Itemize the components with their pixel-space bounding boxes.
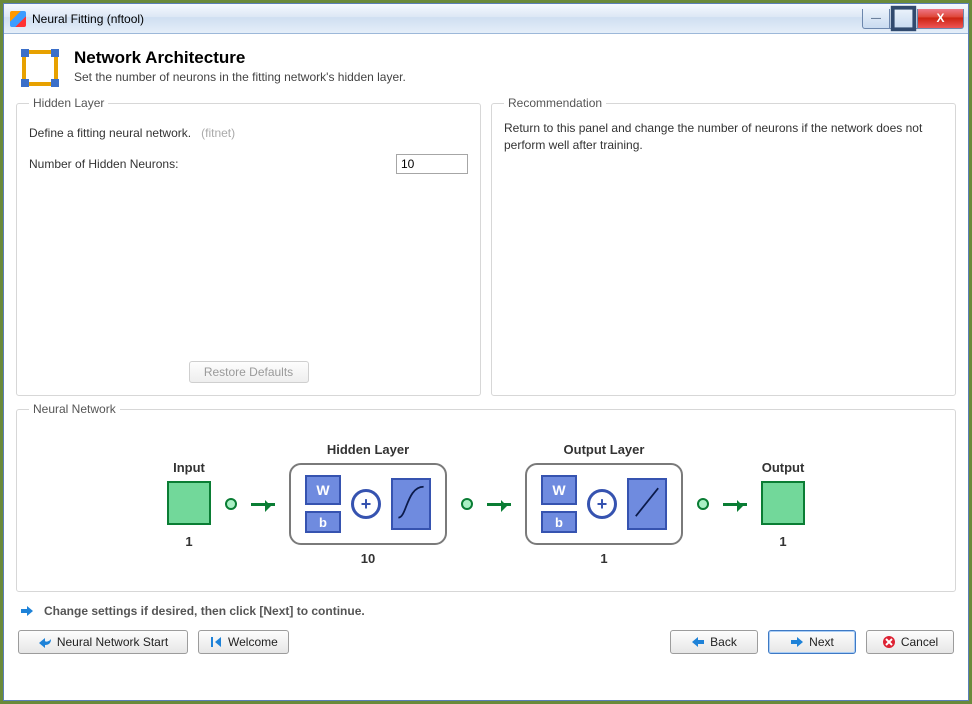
rewind-icon — [209, 635, 223, 649]
next-arrow-icon — [20, 604, 34, 618]
recommendation-panel: Recommendation Return to this panel and … — [491, 96, 956, 396]
connector-dot-icon — [461, 498, 473, 510]
output-node-icon — [761, 481, 805, 525]
window-title: Neural Fitting (nftool) — [32, 12, 862, 26]
maximize-button[interactable] — [890, 9, 918, 29]
arrow-icon — [487, 503, 511, 506]
page-header: Network Architecture Set the number of n… — [16, 44, 956, 90]
arrow-icon — [723, 503, 747, 506]
cancel-icon — [882, 635, 896, 649]
neural-network-start-button[interactable]: Neural Network Start — [18, 630, 188, 654]
neurons-label: Number of Hidden Neurons: — [29, 157, 178, 171]
hidden-layer-panel: Hidden Layer Define a fitting neural net… — [16, 96, 481, 396]
settings-row: Hidden Layer Define a fitting neural net… — [16, 96, 956, 396]
matlab-icon — [10, 11, 26, 27]
hidden-layer-desc: Define a fitting neural network. (fitnet… — [29, 126, 468, 140]
input-node-icon — [167, 481, 211, 525]
hidden-layer-legend: Hidden Layer — [29, 96, 108, 110]
sum-icon: + — [351, 489, 381, 519]
hint-text: Change settings if desired, then click [… — [44, 604, 365, 618]
window-buttons: — X — [862, 9, 964, 29]
close-button[interactable]: X — [918, 9, 964, 29]
restore-defaults-button[interactable]: Restore Defaults — [189, 361, 309, 383]
output-block: Output 1 — [761, 460, 805, 549]
weight-block-icon: W — [541, 475, 577, 505]
neurons-input[interactable] — [396, 154, 468, 174]
back-icon — [691, 635, 705, 649]
recommendation-text: Return to this panel and change the numb… — [504, 120, 943, 154]
next-button[interactable]: Next — [768, 630, 856, 654]
welcome-button[interactable]: Welcome — [198, 630, 289, 654]
cancel-button[interactable]: Cancel — [866, 630, 954, 654]
recommendation-legend: Recommendation — [504, 96, 606, 110]
client-area: Network Architecture Set the number of n… — [4, 34, 968, 700]
bias-block-icon: b — [541, 511, 577, 533]
neural-network-legend: Neural Network — [29, 402, 120, 416]
neurons-row: Number of Hidden Neurons: — [29, 154, 468, 174]
architecture-icon — [20, 48, 60, 88]
weight-block-icon: W — [305, 475, 341, 505]
bias-block-icon: b — [305, 511, 341, 533]
hint-bar: Change settings if desired, then click [… — [16, 598, 956, 622]
input-block: Input 1 — [167, 460, 211, 549]
hidden-layer-block: Hidden Layer W b + 10 — [289, 442, 447, 566]
page-title: Network Architecture — [74, 48, 406, 68]
connector-dot-icon — [697, 498, 709, 510]
next-icon — [790, 635, 804, 649]
back-button[interactable]: Back — [670, 630, 758, 654]
network-diagram: Input 1 Hidden Layer W b + — [29, 442, 943, 566]
neural-network-panel: Neural Network Input 1 Hidden Layer W b — [16, 402, 956, 592]
arrow-icon — [251, 503, 275, 506]
reply-icon — [38, 635, 52, 649]
fitnet-link[interactable]: (fitnet) — [201, 126, 235, 140]
purelin-icon — [627, 478, 667, 530]
tansig-icon — [391, 478, 431, 530]
connector-dot-icon — [225, 498, 237, 510]
sum-icon: + — [587, 489, 617, 519]
output-layer-block: Output Layer W b + 1 — [525, 442, 683, 566]
minimize-button[interactable]: — — [862, 9, 890, 29]
application-window: Neural Fitting (nftool) — X Network Arch… — [3, 3, 969, 701]
page-subtitle: Set the number of neurons in the fitting… — [74, 70, 406, 84]
footer-buttons: Neural Network Start Welcome Back Next C… — [16, 628, 956, 654]
titlebar[interactable]: Neural Fitting (nftool) — X — [4, 4, 968, 34]
